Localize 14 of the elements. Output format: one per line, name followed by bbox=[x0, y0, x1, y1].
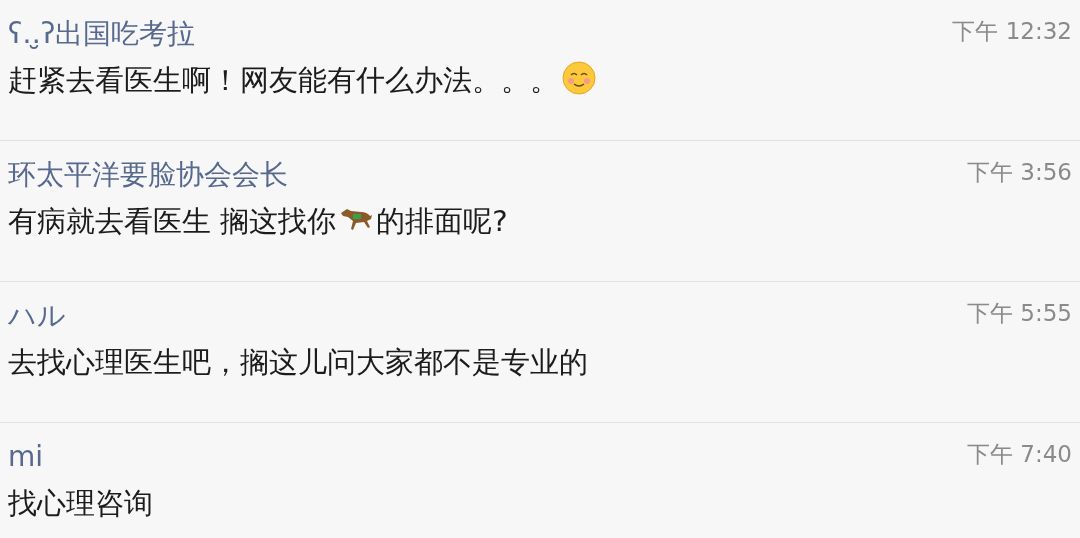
comment-text: 找心理咨询 bbox=[8, 486, 153, 520]
timestamp: 下午 7:40 bbox=[967, 440, 1072, 469]
smiling-face-icon bbox=[561, 60, 597, 96]
comment-text: 的排面呢? bbox=[376, 204, 508, 238]
username[interactable]: 环太平洋要脸协会会长 bbox=[8, 155, 288, 195]
username[interactable]: ハル bbox=[8, 296, 66, 336]
timestamp: 下午 3:56 bbox=[967, 158, 1072, 187]
timestamp: 下午 12:32 bbox=[952, 17, 1072, 46]
timestamp: 下午 5:55 bbox=[967, 299, 1072, 328]
username[interactable]: mi bbox=[8, 437, 44, 477]
username[interactable]: ʕ‥̮ʔ出国吃考拉 bbox=[8, 14, 196, 54]
comment-text: 去找心理医生吧，搁这儿问大家都不是专业的 bbox=[8, 345, 588, 379]
comment-text: 赶紧去看医生啊！网友能有什么办法。。。 bbox=[8, 63, 559, 97]
comment-text: 有病就去看医生 搁这找你 bbox=[8, 204, 337, 238]
